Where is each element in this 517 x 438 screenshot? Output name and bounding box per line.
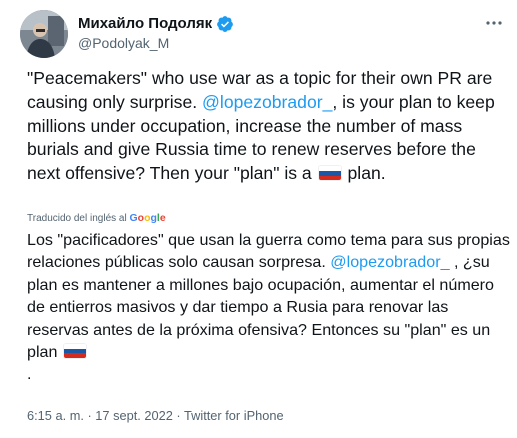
verified-badge-icon	[217, 16, 234, 32]
tweet-text-en-part3: plan.	[342, 163, 386, 184]
tweet-text-english: "Peacemakers" who use war as a topic for…	[27, 67, 507, 186]
author-name[interactable]: Михайло Подоляк	[78, 14, 212, 34]
tweet: Михайло Подоляк @Podolyak_M "Peacemakers…	[0, 0, 517, 438]
mention-link[interactable]: @lopezobrador_	[202, 92, 332, 112]
tweet-text-es-part3: .	[27, 365, 32, 384]
tweet-time[interactable]: 6:15 a. m.	[27, 408, 84, 423]
meta-separator: ·	[172, 408, 184, 423]
tweet-source[interactable]: Twitter for iPhone	[184, 408, 284, 423]
tweet-date[interactable]: 17 sept. 2022	[95, 408, 173, 423]
more-options-button[interactable]	[483, 13, 505, 33]
meta-separator: ·	[83, 408, 96, 423]
translation-text: Traducido del inglés al	[27, 213, 130, 224]
tweet-meta: 6:15 a. m. · 17 sept. 2022 · Twitter for…	[27, 407, 284, 425]
google-logo: Google	[129, 212, 166, 224]
translation-label[interactable]: Traducido del inglés al Google	[27, 211, 166, 226]
mention-link-es[interactable]: @lopezobrador_	[330, 253, 449, 271]
tweet-text-spanish: Los "pacificadores" que usan la guerra c…	[27, 229, 511, 386]
more-horizontal-icon	[486, 21, 502, 25]
russia-flag-icon	[318, 166, 341, 181]
author-handle[interactable]: @Podolyak_M	[78, 34, 169, 52]
russia-flag-icon	[63, 344, 86, 358]
avatar[interactable]	[20, 10, 68, 58]
avatar-image	[20, 10, 68, 58]
author-name-row[interactable]: Михайло Подоляк	[78, 14, 234, 34]
